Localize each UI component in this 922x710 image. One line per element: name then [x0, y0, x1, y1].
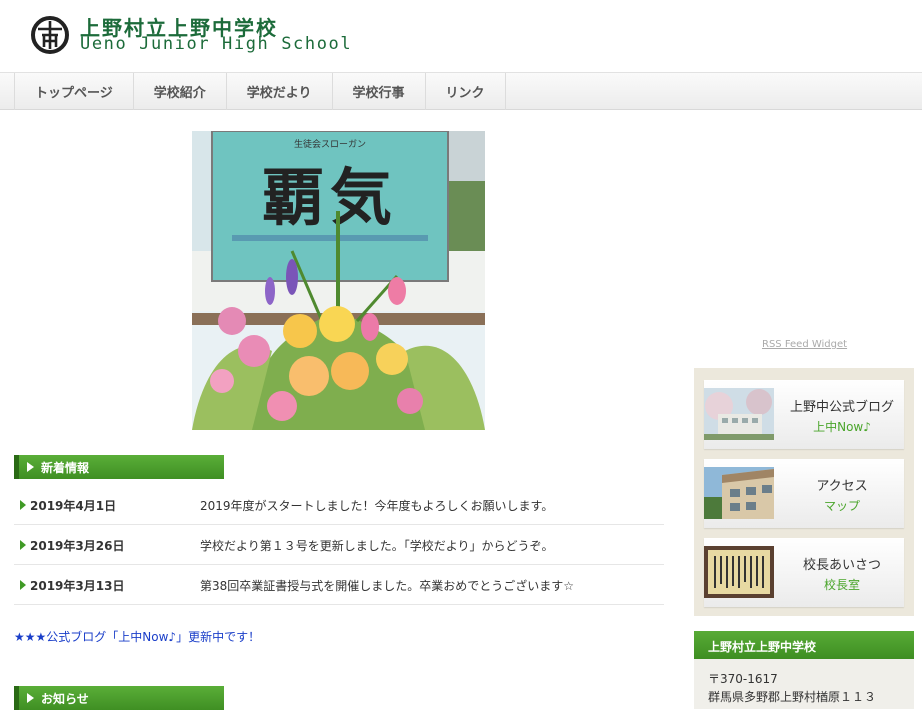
rss-feed-link[interactable]: RSS Feed Widget [762, 339, 847, 350]
news-item: 2019年3月13日 第38回卒業証書授与式を開催しました。卒業おめでとうござい… [14, 565, 664, 605]
banner-principal[interactable]: 校長あいさつ 校長室 [704, 538, 904, 607]
bullet-arrow-icon [20, 500, 26, 510]
notice-heading: お知らせ [14, 686, 224, 710]
slogan-label: 生徒会スローガン [294, 138, 366, 150]
banner-access-title: アクセス [816, 479, 868, 494]
banner-access-sub: マップ [823, 499, 860, 513]
site-title-en[interactable]: Ueno Junior High School [80, 34, 352, 54]
nav-item-top[interactable]: トップページ [14, 73, 133, 110]
nav-item-newsletter[interactable]: 学校だより [225, 73, 332, 110]
news-date: 2019年3月13日 [30, 579, 125, 593]
access-thumbnail [704, 467, 774, 519]
sidebar-banner-panel: 上野中公式ブログ 上中Now♪ アクセス マップ 校長あいさつ 校長室 [694, 368, 914, 616]
banner-principal-sub: 校長室 [823, 578, 860, 592]
nav-item-links[interactable]: リンク [424, 73, 506, 110]
banner-blog-title: 上野中公式ブログ [789, 400, 894, 415]
news-item: 2019年4月1日 2019年度がスタートしました！今年度もよろしくお願いします… [14, 485, 664, 525]
news-heading: 新着情報 [14, 455, 224, 479]
news-heading-label: 新着情報 [41, 461, 90, 475]
nav-item-about[interactable]: 学校紹介 [132, 73, 226, 110]
site-header: 上野村立上野中学校 Ueno Junior High School [0, 0, 922, 72]
school-emblem-icon[interactable] [30, 15, 70, 55]
bullet-arrow-icon [20, 580, 26, 590]
news-text[interactable]: 学校だより第１３号を更新しました。「学校だより」からどうぞ。 [200, 537, 554, 554]
news-item: 2019年3月26日 学校だより第１３号を更新しました。「学校だより」からどうぞ… [14, 525, 664, 565]
news-date: 2019年4月1日 [30, 499, 117, 513]
banner-principal-title: 校長あいさつ [802, 558, 881, 573]
school-info-heading-label: 上野村立上野中学校 [708, 640, 817, 654]
news-text[interactable]: 2019年度がスタートしました！今年度もよろしくお願いします。 [200, 497, 553, 514]
hero-photo: 生徒会スローガン 覇気 [192, 131, 485, 430]
news-date: 2019年3月26日 [30, 539, 125, 553]
news-list: 2019年4月1日 2019年度がスタートしました！今年度もよろしくお願いします… [14, 485, 664, 605]
school-info: 〒370-1617 群馬県多野郡上野村楢原１１３ [694, 659, 914, 709]
nav-item-events[interactable]: 学校行事 [331, 73, 425, 110]
blog-link[interactable]: ★★★公式ブログ「上中Now♪」更新中です！ [14, 628, 260, 645]
bullet-arrow-icon [20, 540, 26, 550]
school-address: 群馬県多野郡上野村楢原１１３ [708, 690, 877, 704]
blog-thumbnail [704, 388, 774, 440]
principal-thumbnail [704, 546, 774, 598]
notice-heading-label: お知らせ [41, 692, 89, 706]
banner-blog-sub: 上中Now♪ [813, 420, 871, 434]
banner-access[interactable]: アクセス マップ [704, 459, 904, 528]
news-text[interactable]: 第38回卒業証書授与式を開催しました。卒業おめでとうございます☆ [200, 577, 574, 594]
global-nav: トップページ 学校紹介 学校だより 学校行事 リンク [0, 72, 922, 110]
banner-blog[interactable]: 上野中公式ブログ 上中Now♪ [704, 380, 904, 449]
school-zip: 〒370-1617 [708, 672, 778, 686]
slogan-text: 覇気 [262, 161, 398, 234]
school-info-heading: 上野村立上野中学校 [694, 631, 914, 659]
